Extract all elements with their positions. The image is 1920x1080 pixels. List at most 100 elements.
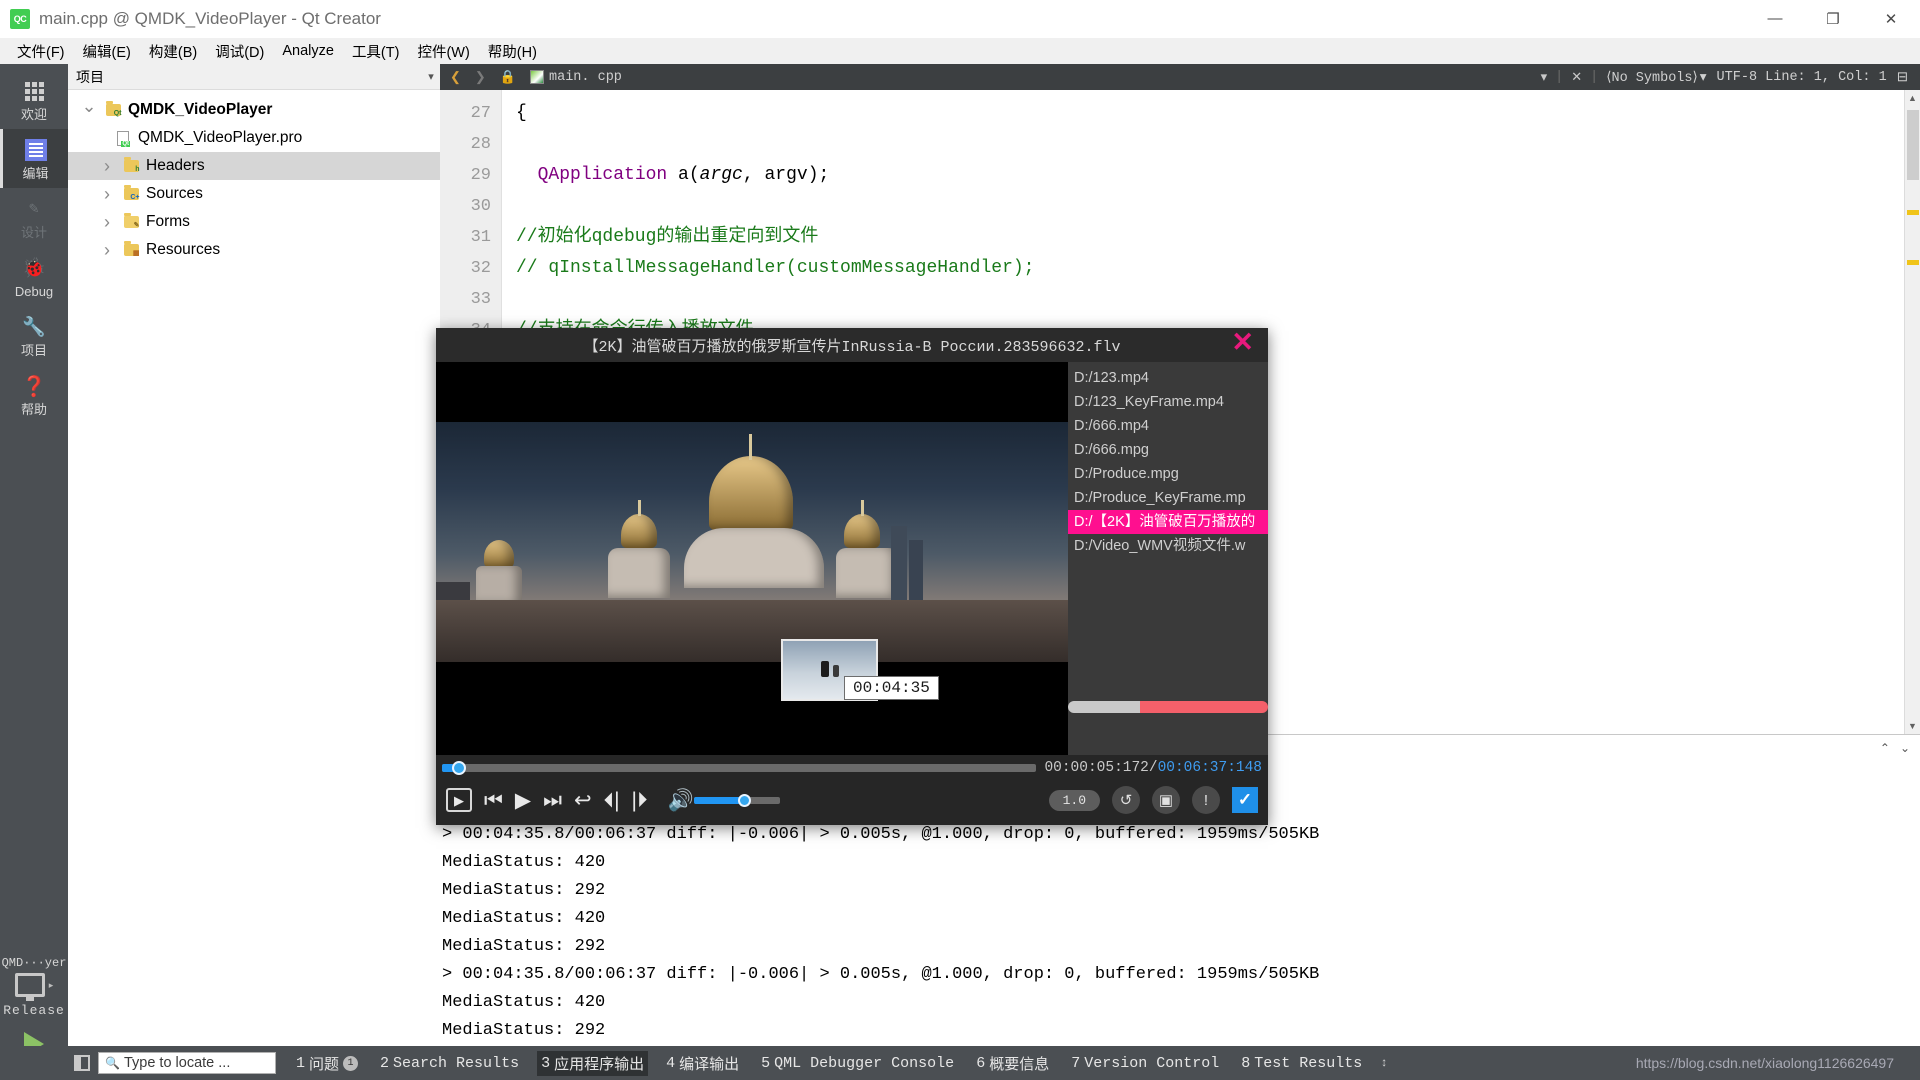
menu-item-build[interactable]: 构建(B) — [140, 39, 206, 64]
minimize-button[interactable]: — — [1746, 0, 1804, 38]
sidebar-toggle-icon[interactable] — [74, 1055, 90, 1071]
seek-handle[interactable] — [452, 761, 466, 775]
split-editor-icon[interactable]: ⊟ — [1897, 69, 1908, 86]
undo-button[interactable]: ↩ — [574, 790, 592, 811]
playlist-panel[interactable]: D:/123.mp4 D:/123_KeyFrame.mp4 D:/666.mp… — [1068, 362, 1268, 755]
tab-number: 2 — [380, 1055, 389, 1072]
step-forward-button[interactable]: |⏵ — [632, 790, 648, 811]
seek-slider[interactable] — [442, 764, 1036, 772]
step-back-button[interactable]: ⏴| — [604, 790, 620, 811]
expand-icon[interactable]: ⌄ — [1900, 741, 1910, 755]
menu-item-tools[interactable]: 工具(T) — [343, 39, 409, 64]
chevron-right-icon[interactable] — [94, 240, 120, 261]
collapse-icon[interactable]: ⌃ — [1880, 741, 1890, 755]
tab-issues[interactable]: 1 问题 1 — [292, 1051, 362, 1076]
scroll-up-icon[interactable]: ▲ — [1908, 90, 1917, 106]
mode-item-projects[interactable]: 🔧 项目 — [0, 306, 68, 365]
scrollbar-thumb[interactable] — [1907, 110, 1919, 180]
tree-row-pro-file[interactable]: Qt QMDK_VideoPlayer.pro — [68, 124, 440, 152]
mode-item-help[interactable]: ❓ 帮助 — [0, 365, 68, 424]
back-arrow-icon[interactable]: ❮ — [444, 70, 467, 85]
close-button[interactable]: ✕ — [1862, 0, 1920, 38]
search-placeholder: Type to locate ... — [124, 1055, 230, 1071]
tab-label: 应用程序输出 — [554, 1053, 644, 1074]
playlist-item[interactable]: D:/666.mpg — [1068, 438, 1268, 462]
line-number: 30 — [440, 191, 491, 222]
next-track-button[interactable]: ⏭ — [543, 790, 562, 811]
playlist-item[interactable]: D:/666.mp4 — [1068, 414, 1268, 438]
tab-label: Search Results — [393, 1055, 519, 1072]
tree-row-forms[interactable]: ✎ Forms — [68, 208, 440, 236]
file-dropdown-icon[interactable]: ▾ — [1535, 70, 1554, 85]
video-player-window[interactable]: 【2K】油管破百万播放的俄罗斯宣传片InRussia-В России.2835… — [436, 328, 1268, 825]
symbol-selector[interactable]: ⟨No Symbols⟩ — [1606, 69, 1698, 86]
tab-application-output[interactable]: 3 应用程序输出 — [537, 1051, 648, 1076]
prev-track-button[interactable]: ⏮ — [484, 790, 503, 811]
tab-overflow-icon[interactable]: ↕ — [1380, 1056, 1387, 1070]
tab-test-results[interactable]: 8 Test Results — [1237, 1053, 1366, 1074]
chevron-right-icon[interactable] — [94, 212, 120, 233]
menu-item-widgets[interactable]: 控件(W) — [408, 39, 478, 64]
playlist-item-selected[interactable]: D:/【2K】油管破百万播放的 — [1068, 510, 1268, 534]
tree-row-resources[interactable]: ▦ Resources — [68, 236, 440, 264]
volume-handle[interactable] — [738, 794, 751, 807]
tree-row-sources[interactable]: C+ Sources — [68, 180, 440, 208]
chevron-right-icon[interactable] — [94, 156, 120, 177]
dropdown-icon[interactable]: ▾ — [422, 70, 440, 83]
info-button[interactable]: ! — [1192, 786, 1220, 814]
play-button[interactable]: ▶ — [515, 790, 531, 811]
tab-label: 概要信息 — [989, 1053, 1049, 1074]
tab-qml-debugger-console[interactable]: 5 QML Debugger Console — [757, 1053, 958, 1074]
playlist-item[interactable]: D:/Video_WMV视频文件.w — [1068, 534, 1268, 558]
playlist-item[interactable]: D:/Produce.mpg — [1068, 462, 1268, 486]
search-input[interactable]: 🔍 Type to locate ... — [98, 1052, 276, 1074]
tree-row-project[interactable]: Qt QMDK_VideoPlayer — [68, 96, 440, 124]
tab-search-results[interactable]: 2 Search Results — [376, 1053, 523, 1074]
code-line — [516, 129, 1904, 160]
chevron-right-icon[interactable] — [94, 184, 120, 205]
playlist-item[interactable]: D:/123_KeyFrame.mp4 — [1068, 390, 1268, 414]
snapshot-button[interactable]: ▣ — [1152, 786, 1180, 814]
rotate-button[interactable]: ↺ — [1112, 786, 1140, 814]
tree-row-headers[interactable]: h Headers — [68, 152, 440, 180]
volume-icon[interactable]: 🔊 — [668, 790, 694, 811]
tab-compile-output[interactable]: 4 编译输出 — [662, 1051, 743, 1076]
scroll-down-icon[interactable]: ▼ — [1908, 718, 1917, 734]
video-surface[interactable] — [436, 362, 1068, 755]
seek-row: 00:00:05:172/00:06:37:148 — [442, 755, 1262, 781]
left-wing — [608, 548, 670, 598]
side-spire-right — [861, 500, 864, 516]
open-file-button[interactable]: ▶ — [446, 788, 472, 812]
forward-arrow-icon[interactable]: ❯ — [469, 70, 492, 85]
project-tree-body: Qt QMDK_VideoPlayer Qt QMDK_VideoPlayer.… — [68, 90, 440, 1080]
mode-item-debug[interactable]: 🐞 Debug — [0, 247, 68, 306]
menu-item-file[interactable]: 文件(F) — [8, 39, 74, 64]
chevron-down-icon[interactable] — [76, 100, 102, 121]
menu-item-analyze[interactable]: Analyze — [273, 41, 343, 61]
volume-slider[interactable] — [694, 797, 780, 804]
menu-item-edit[interactable]: 编辑(E) — [74, 39, 140, 64]
line-number: 28 — [440, 129, 491, 160]
search-icon: 🔍 — [105, 1056, 120, 1070]
mode-item-welcome[interactable]: 欢迎 — [0, 70, 68, 129]
mode-item-edit[interactable]: 编辑 — [0, 129, 68, 188]
tab-general-messages[interactable]: 6 概要信息 — [972, 1051, 1053, 1076]
playback-rate-button[interactable]: 1.0 — [1049, 790, 1100, 811]
editor-file-tab[interactable]: main. cpp — [530, 70, 622, 85]
volume-control[interactable]: 🔊 — [668, 790, 780, 811]
side-dome-left — [621, 514, 657, 548]
playlist-item[interactable]: D:/123.mp4 — [1068, 366, 1268, 390]
tab-version-control[interactable]: 7 Version Control — [1067, 1053, 1223, 1074]
editor-vertical-scrollbar[interactable]: ▲ ▼ — [1904, 90, 1920, 734]
maximize-button[interactable]: ❐ — [1804, 0, 1862, 38]
playlist-item[interactable]: D:/Produce_KeyFrame.mp — [1068, 486, 1268, 510]
mode-item-design[interactable]: ✎ 设计 — [0, 188, 68, 247]
mode-label-debug: Debug — [15, 284, 53, 300]
encoding-dropdown-icon[interactable]: ▾ — [1700, 69, 1707, 86]
close-file-icon[interactable]: ✕ — [1565, 70, 1588, 85]
lock-icon[interactable]: 🔒 — [494, 70, 522, 85]
close-icon[interactable]: ✕ — [1231, 331, 1254, 359]
confirm-button[interactable]: ✓ — [1232, 787, 1258, 813]
menu-item-debug[interactable]: 调试(D) — [206, 39, 273, 64]
menu-item-help[interactable]: 帮助(H) — [479, 39, 546, 64]
